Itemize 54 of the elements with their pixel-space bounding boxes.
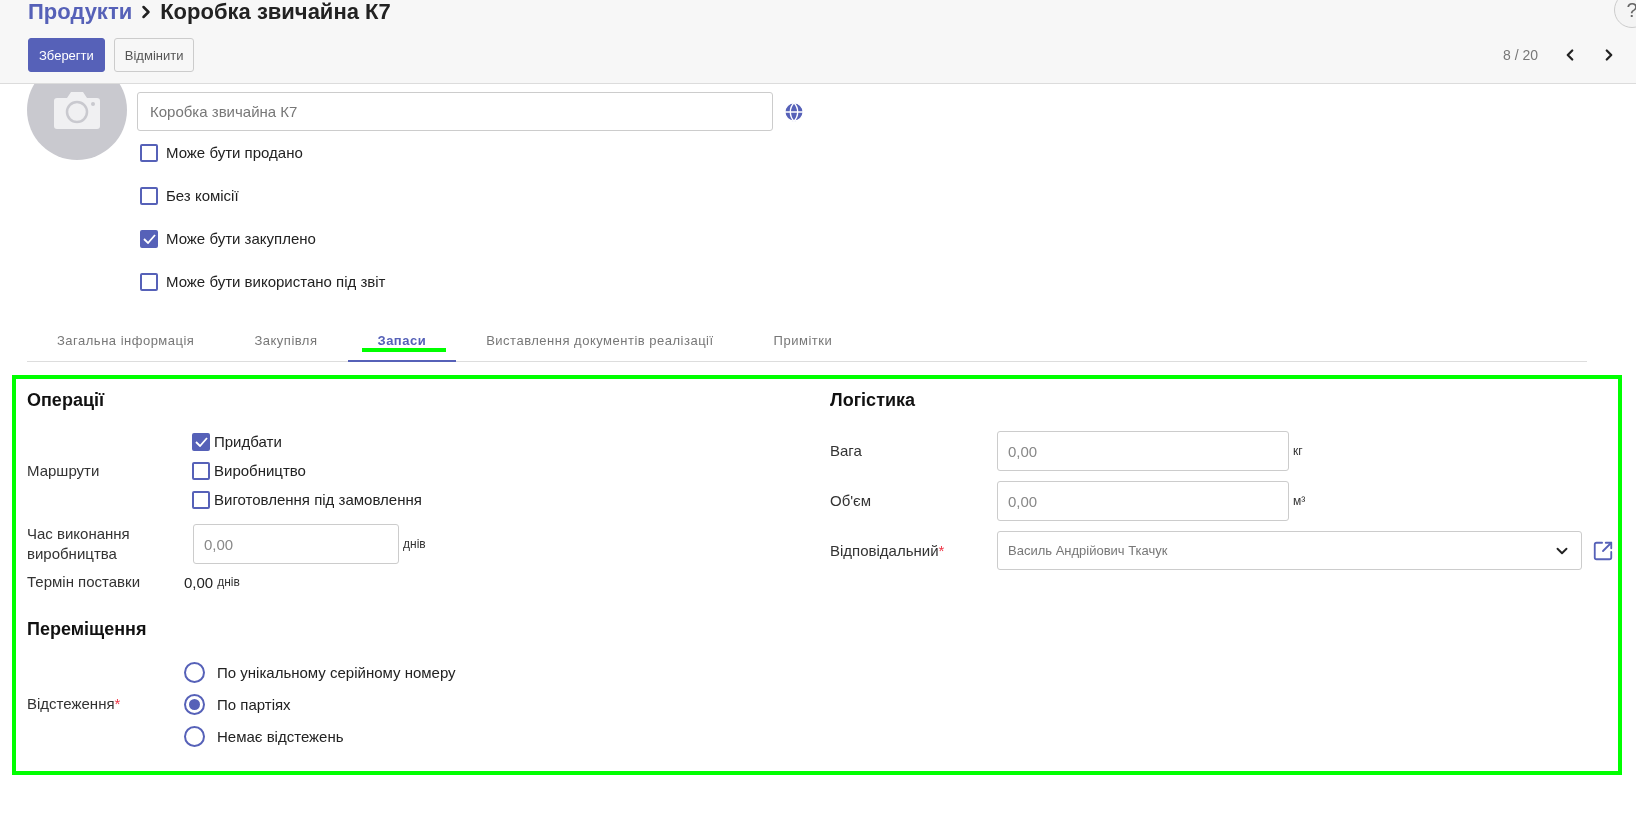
help-button[interactable]: ? — [1614, 0, 1636, 28]
field-label: Термін поставки — [27, 572, 142, 592]
checkbox[interactable] — [140, 143, 158, 162]
checkbox[interactable] — [192, 461, 210, 480]
cancel-button[interactable]: Відмінити — [113, 38, 195, 72]
field-label: Вага — [830, 441, 863, 461]
tab[interactable]: Запаси — [347, 320, 457, 362]
checkbox-label: Виробництво — [214, 462, 306, 479]
breadcrumb-link[interactable]: Продукти — [28, 0, 133, 24]
record-title: Коробка звичайна К7 — [160, 0, 391, 24]
unit-label: днів — [403, 537, 426, 551]
field-value: 0,00 — [184, 573, 214, 591]
checkbox-label: Виготовлення під замовлення — [214, 491, 422, 508]
radio-button[interactable] — [184, 661, 205, 683]
section-title: Логістика — [830, 389, 917, 411]
field-label: Час виконання виробництва — [27, 524, 131, 564]
unit-label: м³ — [1293, 494, 1306, 508]
radio-button[interactable] — [184, 725, 205, 747]
checkbox-label: Придбати — [214, 433, 282, 450]
checkbox-label: Може бути використано під звіт — [166, 273, 386, 290]
checkbox-label: Може бути закуплено — [166, 230, 316, 247]
radio-button[interactable] — [184, 693, 205, 715]
field-label: Відповідальний* — [830, 540, 946, 561]
unit-label: кг — [1293, 444, 1303, 458]
select-field[interactable]: Василь Андрійович Ткачук — [997, 531, 1582, 570]
radio-label: По партіях — [217, 695, 291, 713]
input-field[interactable]: 0,00 — [193, 524, 399, 564]
section-title: Переміщення — [27, 618, 148, 640]
checkbox-label: Може бути продано — [166, 144, 303, 161]
checkbox[interactable] — [192, 490, 210, 509]
checkbox-label: Без комісії — [166, 187, 239, 204]
globe-icon[interactable] — [783, 100, 805, 123]
product-name-field[interactable]: Коробка звичайна К7 — [137, 92, 773, 131]
tab[interactable]: Примітки — [743, 320, 863, 362]
save-button[interactable]: Зберегти — [28, 38, 105, 72]
field-label: Об'єм — [830, 491, 873, 511]
field-label: Маршрути — [27, 460, 101, 481]
input-field[interactable]: 0,00 — [997, 481, 1289, 521]
tab[interactable]: Закупівля — [224, 320, 348, 362]
tab[interactable]: Загальна інформація — [27, 320, 225, 362]
pager-counter: 8 / 20 — [1502, 47, 1538, 63]
field-label: Відстеження* — [27, 694, 122, 714]
checkbox[interactable] — [192, 432, 210, 451]
radio-label: Немає відстежень — [217, 727, 344, 745]
checkbox[interactable] — [140, 272, 158, 291]
checkbox[interactable] — [140, 186, 158, 205]
camera-icon — [53, 90, 101, 130]
tab[interactable]: Виставлення документів реалізації — [456, 320, 744, 362]
unit-label: днів — [217, 575, 240, 589]
input-field[interactable]: 0,00 — [997, 431, 1289, 471]
radio-label: По унікальному серійному номеру — [217, 663, 456, 681]
section-title: Операції — [27, 389, 106, 411]
external-link-icon[interactable] — [1592, 539, 1614, 562]
checkbox[interactable] — [140, 229, 158, 248]
